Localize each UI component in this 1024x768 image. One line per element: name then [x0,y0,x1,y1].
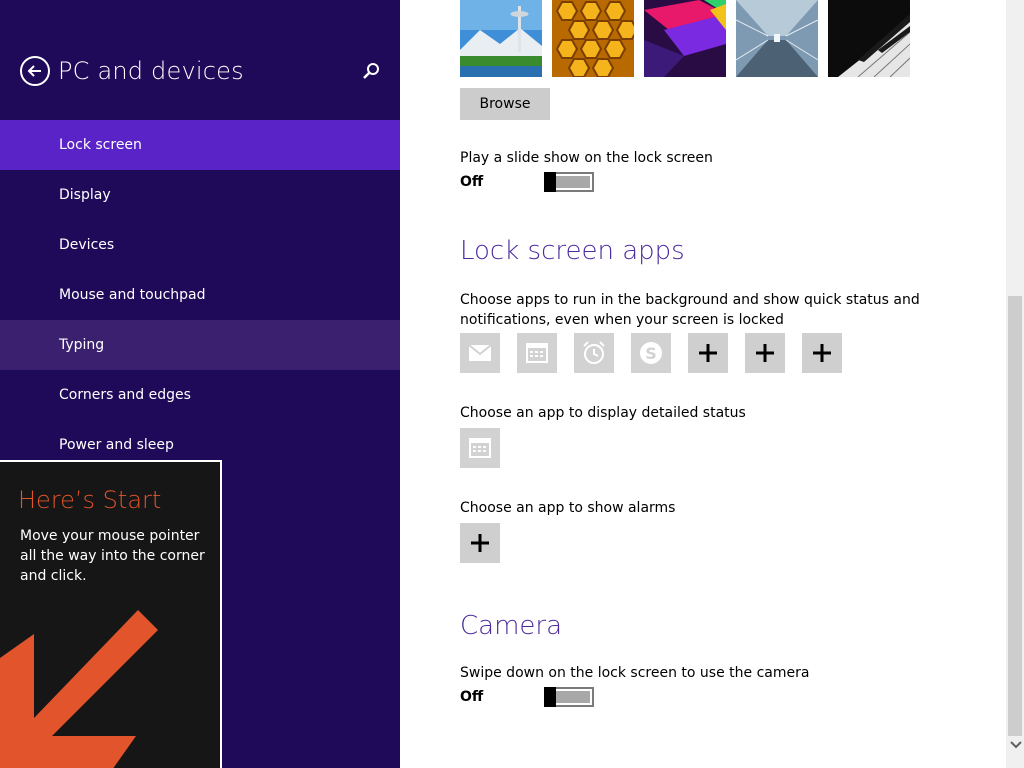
calendar-icon [526,343,548,363]
calendar-icon [469,438,491,458]
thumbnail-honeycomb[interactable] [552,0,634,77]
app-slot-skype[interactable]: S [631,333,671,373]
piano-image-icon [828,0,910,77]
camera-heading: Camera [460,611,563,641]
lock-screen-apps-heading: Lock screen apps [460,236,685,266]
add-icon [813,344,831,362]
nav-list: Lock screen Display Devices Mouse and to… [0,120,400,470]
back-arrow-icon [27,65,41,77]
lock-screen-thumbnails [460,0,920,77]
landscape-image-icon [460,0,542,77]
nav-item-devices[interactable]: Devices [0,220,400,270]
content-pane: Browse Play a slide show on the lock scr… [400,0,1006,768]
search-icon [363,63,379,79]
nav-item-mouse-and-touchpad[interactable]: Mouse and touchpad [0,270,400,320]
camera-label: Swipe down on the lock screen to use the… [460,665,810,681]
vertical-scrollbar[interactable] [1006,0,1024,768]
alarms-app-slot[interactable] [460,523,500,563]
honeycomb-image-icon [552,0,634,77]
app-slot-add-2[interactable] [745,333,785,373]
thumbnail-tunnel[interactable] [736,0,818,77]
app-slot-add-3[interactable] [802,333,842,373]
tip-title: Here’s Start [18,486,162,514]
chevron-down-icon[interactable] [1010,740,1022,750]
browse-button[interactable]: Browse [460,88,550,120]
slideshow-state: Off [460,174,484,190]
app-slot-mail[interactable] [460,333,500,373]
app-slot-alarms[interactable] [574,333,614,373]
thumbnail-piano[interactable] [828,0,910,77]
app-slot-calendar[interactable] [517,333,557,373]
thumbnail-abstract[interactable] [644,0,726,77]
nav-item-corners-and-edges[interactable]: Corners and edges [0,370,400,420]
tip-text: Move your mouse pointer all the way into… [20,528,205,584]
add-icon [756,344,774,362]
slideshow-toggle[interactable] [544,172,594,192]
detailed-status-label: Choose an app to display detailed status [460,405,746,421]
search-button[interactable] [360,60,382,82]
abstract-image-icon [644,0,726,77]
alarm-icon [583,341,605,364]
nav-item-lock-screen[interactable]: Lock screen [0,120,400,170]
camera-toggle[interactable] [544,687,594,707]
mail-icon [468,344,492,361]
nav-title: PC and devices [58,57,244,85]
back-button[interactable] [20,56,50,86]
tunnel-image-icon [736,0,818,77]
arrow-down-left-icon [0,610,158,768]
svg-text:S: S [645,344,657,363]
app-slot-add-1[interactable] [688,333,728,373]
lock-screen-apps-description: Choose apps to run in the background and… [460,292,920,328]
skype-icon: S [640,342,662,364]
slideshow-label: Play a slide show on the lock screen [460,150,713,166]
nav-header: PC and devices [20,56,244,86]
camera-state: Off [460,689,484,705]
nav-item-display[interactable]: Display [0,170,400,220]
add-icon [699,344,717,362]
detailed-status-app-slot[interactable] [460,428,500,468]
start-tip[interactable]: Here’s Start Move your mouse pointer all… [0,460,222,768]
scrollbar-thumb[interactable] [1008,296,1022,736]
nav-item-typing[interactable]: Typing [0,320,400,370]
alarms-label: Choose an app to show alarms [460,500,676,516]
add-icon [471,534,489,552]
thumbnail-seattle[interactable] [460,0,542,77]
